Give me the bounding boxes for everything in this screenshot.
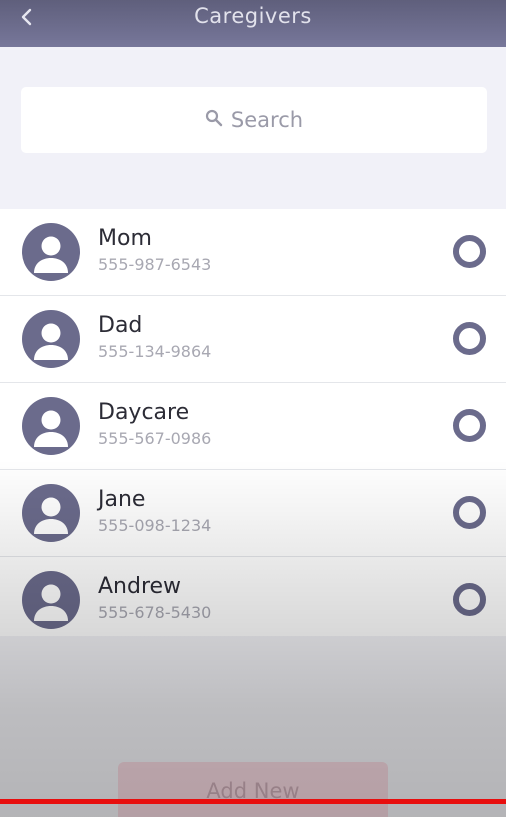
caregiver-phone: 555-567-0986 xyxy=(98,429,212,448)
search-placeholder: Search xyxy=(230,108,304,132)
select-radio[interactable] xyxy=(453,322,486,355)
list-item[interactable]: Mom 555-987-6543 xyxy=(0,209,506,296)
avatar xyxy=(22,397,80,455)
person-icon xyxy=(34,323,68,360)
person-icon xyxy=(34,584,68,621)
caregiver-name: Andrew xyxy=(98,574,182,599)
avatar xyxy=(22,223,80,281)
list-item[interactable]: Daycare 555-567-0986 xyxy=(0,383,506,470)
select-radio[interactable] xyxy=(453,496,486,529)
caregiver-list: Mom 555-987-6543 Dad 555-134-9864 Daycar… xyxy=(0,209,506,644)
search-input[interactable]: Search xyxy=(21,87,487,153)
search-icon xyxy=(205,108,231,132)
person-icon xyxy=(34,497,68,534)
search-section: Search xyxy=(0,47,506,209)
select-radio[interactable] xyxy=(453,409,486,442)
caregiver-name: Jane xyxy=(98,487,146,512)
avatar xyxy=(22,484,80,542)
caregiver-phone: 555-098-1234 xyxy=(98,516,212,535)
list-item[interactable]: Dad 555-134-9864 xyxy=(0,296,506,383)
footer-area: Add New xyxy=(0,636,506,817)
app-header: Caregivers xyxy=(0,0,506,47)
caregiver-phone: 555-678-5430 xyxy=(98,603,212,622)
page-title: Caregivers xyxy=(194,4,312,28)
list-item[interactable]: Jane 555-098-1234 xyxy=(0,470,506,557)
avatar xyxy=(22,310,80,368)
list-item[interactable]: Andrew 555-678-5430 xyxy=(0,557,506,644)
caregivers-screen: Caregivers Search Mom 555-987-6543 Dad 5… xyxy=(0,0,506,817)
caregiver-phone: 555-134-9864 xyxy=(98,342,212,361)
person-icon xyxy=(34,236,68,273)
caregiver-name: Mom xyxy=(98,226,152,251)
add-new-button[interactable]: Add New xyxy=(118,762,388,817)
highlight-line xyxy=(0,799,506,804)
select-radio[interactable] xyxy=(453,583,486,616)
caregiver-phone: 555-987-6543 xyxy=(98,255,212,274)
caregiver-name: Daycare xyxy=(98,400,190,425)
select-radio[interactable] xyxy=(453,235,486,268)
caregiver-name: Dad xyxy=(98,313,143,338)
person-icon xyxy=(34,410,68,447)
avatar xyxy=(22,571,80,629)
